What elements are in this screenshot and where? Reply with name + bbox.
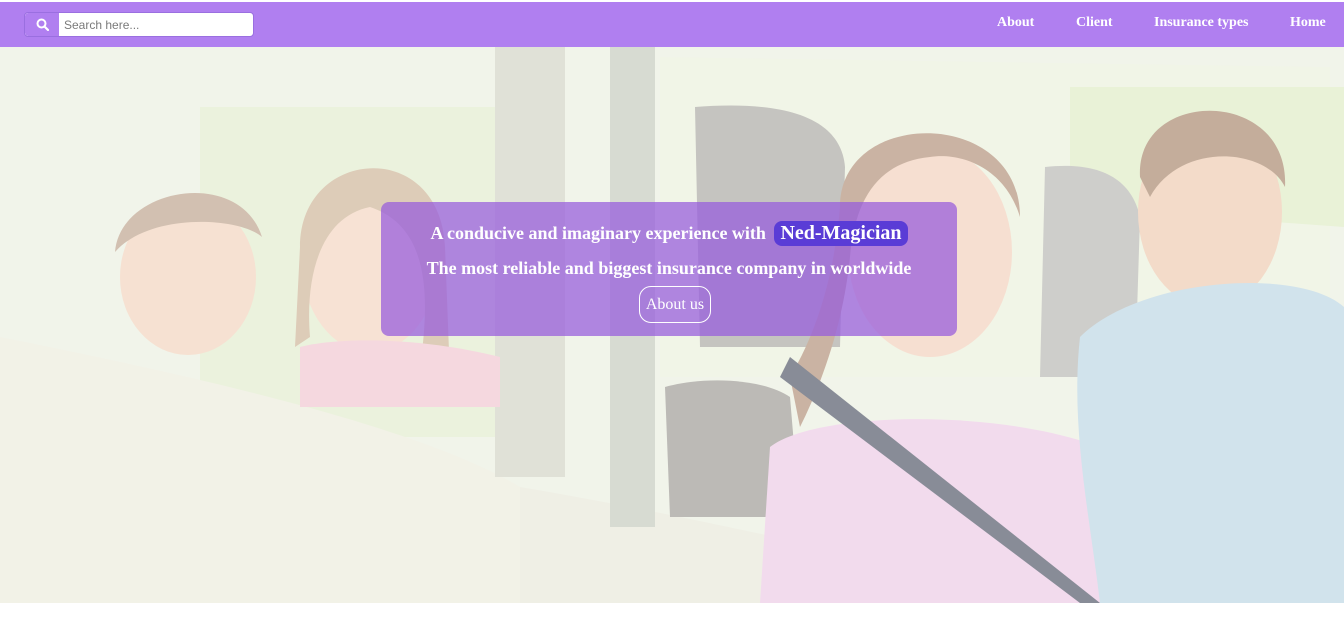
about-us-button[interactable]: About us <box>639 286 711 323</box>
hero-headline: A conducive and imaginary experience wit… <box>381 221 957 246</box>
nav-link-home[interactable]: Home <box>1290 15 1326 31</box>
nav-link-about[interactable]: About <box>997 15 1034 31</box>
nav-link-insurance-types[interactable]: Insurance types <box>1154 15 1249 31</box>
hero-headline-text: A conducive and imaginary experience wit… <box>430 223 766 243</box>
nav-link-client[interactable]: Client <box>1076 15 1113 31</box>
hero-subheadline: The most reliable and biggest insurance … <box>426 258 912 278</box>
hero-banner: A conducive and imaginary experience wit… <box>0 47 1344 603</box>
brand-badge: Ned-Magician <box>774 221 908 246</box>
hero-overlay-card: A conducive and imaginary experience wit… <box>381 202 957 336</box>
nav-links: About Client Insurance types Home <box>0 2 1344 47</box>
top-navbar: About Client Insurance types Home <box>0 2 1344 47</box>
